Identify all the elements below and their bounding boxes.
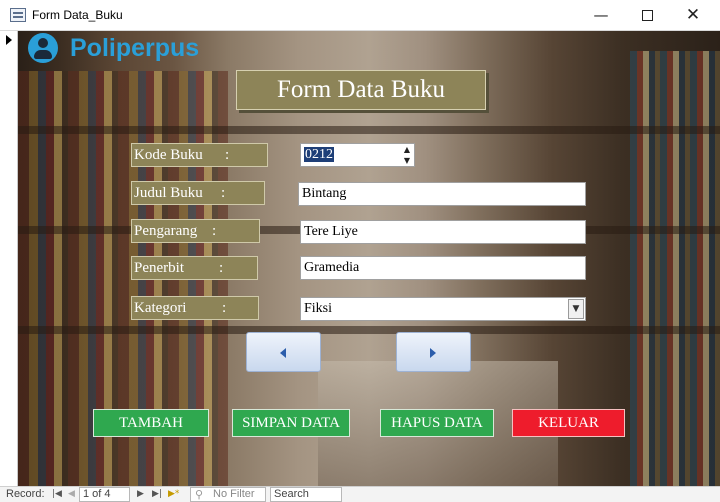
tambah-button[interactable]: TAMBAH	[93, 409, 209, 437]
current-record-arrow-icon	[6, 35, 12, 45]
arrow-left-icon	[280, 348, 286, 358]
logo-text: Poliperpus	[70, 34, 200, 62]
penerbit-label: Penerbit :	[131, 256, 258, 280]
new-record-icon[interactable]: ▶*	[168, 489, 179, 499]
spin-down-icon[interactable]: ▼	[404, 156, 410, 165]
form-title: Form Data Buku	[236, 70, 486, 110]
kode-buku-input[interactable]: 0212 ▲ ▼	[300, 143, 415, 167]
kategori-label: Kategori :	[131, 296, 259, 320]
colon: :	[222, 300, 227, 316]
penerbit-label-text: Penerbit	[134, 260, 184, 276]
record-position-box[interactable]: 1 of 4	[79, 487, 130, 502]
colon: :	[219, 260, 224, 276]
colon: :	[212, 223, 217, 239]
maximize-icon	[641, 10, 653, 21]
record-navigation-bar: Record: |◀ ◀ 1 of 4 ▶ ▶| ▶* ⚲ No Filter …	[0, 486, 720, 502]
pengarang-input[interactable]: Tere Liye	[300, 220, 586, 244]
search-box[interactable]: Search	[270, 487, 342, 502]
title-bar: Form Data_Buku — ✕	[0, 0, 720, 31]
kategori-label-text: Kategori	[134, 300, 187, 316]
judul-buku-input[interactable]: Bintang	[298, 182, 586, 206]
kode-buku-spinner[interactable]: ▲ ▼	[400, 144, 414, 166]
keluar-button[interactable]: KELUAR	[512, 409, 625, 437]
minimize-button[interactable]: —	[578, 0, 624, 31]
next-record-button[interactable]	[396, 332, 471, 372]
next-record-icon[interactable]: ▶	[137, 489, 144, 499]
kode-buku-label-text: Kode Buku	[134, 147, 203, 163]
filter-text: No Filter	[213, 488, 255, 500]
form-icon	[10, 8, 26, 22]
judul-buku-label: Judul Buku :	[131, 181, 265, 205]
maximize-button[interactable]	[624, 0, 670, 31]
record-selector[interactable]	[0, 31, 18, 486]
first-record-icon[interactable]: |◀	[52, 489, 62, 499]
spin-up-icon[interactable]: ▲	[404, 145, 410, 154]
kategori-combobox[interactable]: Fiksi ▼	[300, 297, 586, 321]
right-bookshelf	[630, 51, 720, 486]
pengarang-label-text: Pengarang	[134, 223, 198, 239]
previous-record-button[interactable]	[246, 332, 321, 372]
penerbit-input[interactable]: Gramedia	[300, 256, 586, 280]
chevron-down-icon[interactable]: ▼	[568, 299, 584, 319]
prev-record-icon[interactable]: ◀	[68, 489, 75, 499]
filter-indicator[interactable]: ⚲ No Filter	[190, 487, 266, 502]
kode-buku-value: 0212	[304, 147, 334, 162]
arrow-right-icon	[430, 348, 436, 358]
colon: :	[225, 147, 230, 163]
kode-buku-label: Kode Buku :	[131, 143, 268, 167]
judul-buku-label-text: Judul Buku	[134, 185, 203, 201]
close-button[interactable]: ✕	[670, 0, 716, 31]
filter-icon: ⚲	[195, 489, 204, 501]
record-label: Record:	[6, 488, 45, 500]
window-title: Form Data_Buku	[32, 8, 123, 22]
hapus-data-button[interactable]: HAPUS DATA	[380, 409, 494, 437]
search-placeholder: Search	[274, 488, 309, 500]
pengarang-label: Pengarang :	[131, 219, 260, 243]
simpan-data-button[interactable]: SIMPAN DATA	[232, 409, 350, 437]
colon: :	[221, 185, 226, 201]
record-position: 1 of 4	[83, 488, 111, 500]
last-record-icon[interactable]: ▶|	[152, 489, 162, 499]
kategori-value: Fiksi	[304, 301, 333, 316]
user-icon	[28, 33, 58, 63]
